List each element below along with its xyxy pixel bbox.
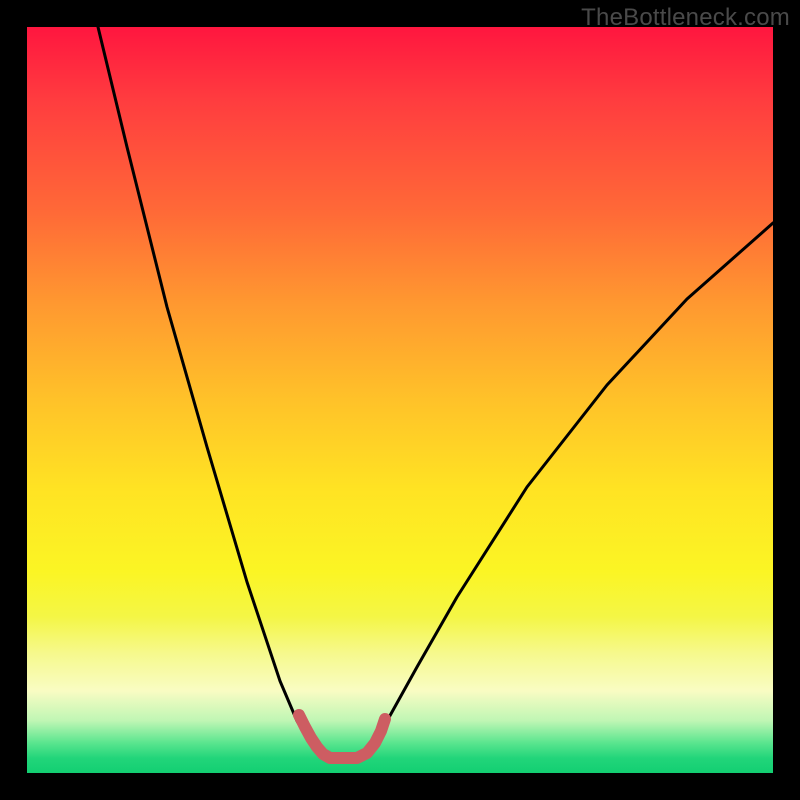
watermark-text: TheBottleneck.com	[581, 4, 790, 32]
chart-canvas	[27, 27, 773, 773]
curve-left-branch	[98, 27, 309, 741]
chart-svg	[27, 27, 773, 773]
curve-trough-highlight	[299, 715, 385, 758]
curve-right-branch	[372, 223, 773, 741]
